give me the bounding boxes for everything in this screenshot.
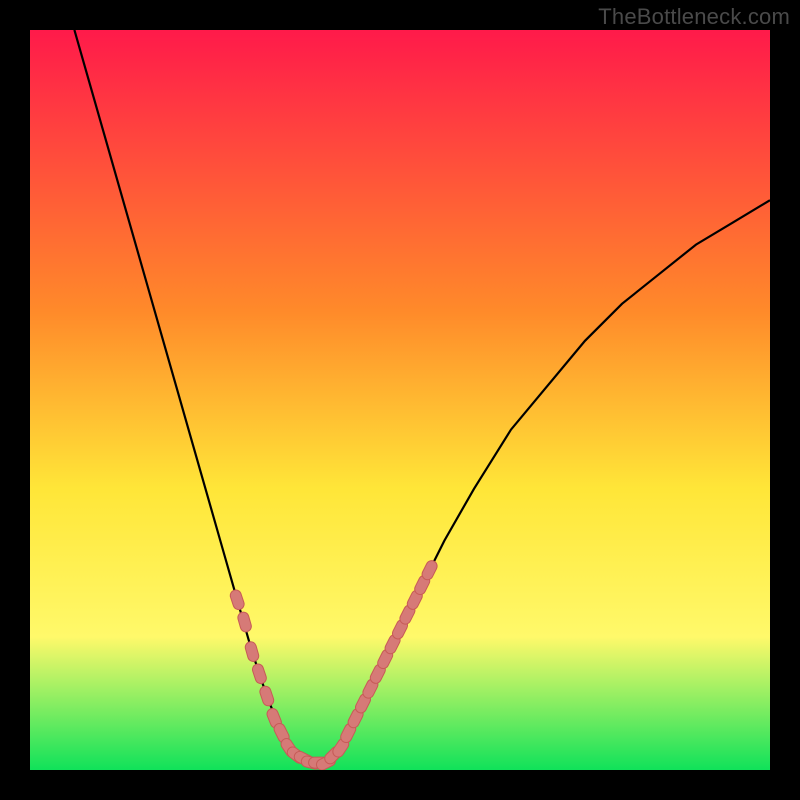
gradient-bg	[30, 30, 770, 770]
watermark-text: TheBottleneck.com	[598, 4, 790, 30]
plot-area	[30, 30, 770, 770]
chart-frame: TheBottleneck.com	[0, 0, 800, 800]
chart-svg	[30, 30, 770, 770]
